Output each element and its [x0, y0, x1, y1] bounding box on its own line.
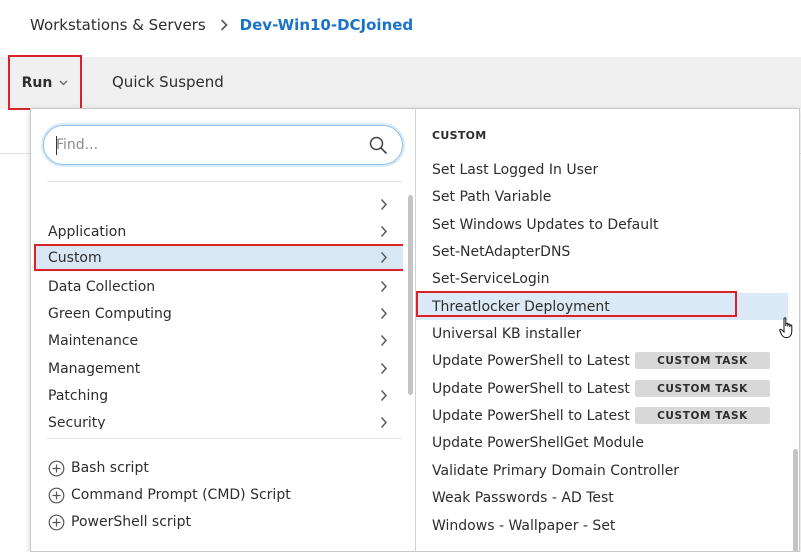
search-field[interactable]	[43, 125, 403, 165]
chevron-right-icon	[380, 389, 388, 406]
divider	[47, 181, 402, 182]
category-item-custom[interactable]: Custom	[34, 244, 403, 271]
category-item-maintenance[interactable]: Maintenance	[34, 327, 403, 354]
task-item[interactable]: Set-ServiceLogin	[416, 265, 788, 292]
category-item-security[interactable]: Security	[34, 409, 403, 429]
category-list: Application Custom Data Collection Green…	[31, 191, 403, 429]
breadcrumb: Workstations & Servers Dev-Win10-DCJoine…	[30, 14, 413, 36]
task-item[interactable]: Set Last Logged In User	[416, 156, 788, 183]
custom-task-badge: CUSTOM TASK	[635, 380, 770, 397]
task-label: Update PowerShellGet Module	[432, 434, 644, 451]
category-label: Security	[48, 414, 106, 430]
task-label: Update PowerShell to Latest ...	[432, 380, 636, 397]
hand-pointer-icon	[779, 317, 795, 343]
category-label: Maintenance	[48, 332, 139, 349]
script-label: PowerShell script	[71, 514, 191, 530]
section-title: CUSTOM	[432, 129, 487, 142]
task-label: Set Last Logged In User	[432, 161, 599, 178]
plus-circle-icon	[48, 487, 65, 504]
breadcrumb-root-link[interactable]: Workstations & Servers	[30, 16, 206, 34]
chevron-right-icon	[380, 251, 388, 268]
category-item-management[interactable]: Management	[34, 355, 403, 382]
add-powershell-script-button[interactable]: PowerShell script	[48, 511, 191, 533]
chevron-right-icon	[380, 416, 388, 429]
search-input[interactable]	[56, 137, 356, 153]
task-item[interactable]: Update PowerShell to Latest ... CUSTOM T…	[416, 402, 788, 429]
chevron-right-icon	[380, 307, 388, 324]
custom-task-badge: CUSTOM TASK	[635, 352, 770, 369]
task-item[interactable]: Set Windows Updates to Default	[416, 211, 788, 238]
category-item[interactable]	[34, 191, 403, 218]
category-item-application[interactable]: Application	[34, 218, 403, 245]
custom-task-badge: CUSTOM TASK	[635, 407, 770, 424]
category-label: Management	[48, 360, 141, 377]
chevron-right-icon	[380, 362, 388, 379]
task-label: Update PowerShell to Latest ...	[432, 352, 636, 369]
script-label: Command Prompt (CMD) Script	[71, 487, 291, 503]
category-item-patching[interactable]: Patching	[34, 382, 403, 409]
search-icon[interactable]	[369, 136, 388, 159]
run-dropdown-menu: Application Custom Data Collection Green…	[30, 108, 800, 552]
task-label: Update PowerShell to Latest ...	[432, 407, 636, 424]
category-panel: Application Custom Data Collection Green…	[31, 109, 416, 551]
task-item[interactable]: Universal KB installer	[416, 320, 788, 347]
task-label: Weak Passwords - AD Test	[432, 489, 614, 506]
task-item[interactable]: Update PowerShell to Latest ... CUSTOM T…	[416, 375, 788, 402]
quick-suspend-button[interactable]: Quick Suspend	[112, 73, 224, 91]
category-label: Custom	[48, 249, 102, 266]
category-item-data-collection[interactable]: Data Collection	[34, 273, 403, 300]
add-cmd-script-button[interactable]: Command Prompt (CMD) Script	[48, 484, 291, 506]
task-label: Windows - Wallpaper - Set	[432, 517, 616, 534]
divider	[47, 438, 402, 439]
chevron-right-icon	[380, 198, 388, 215]
category-label: Green Computing	[48, 305, 172, 322]
task-label: Set Path Variable	[432, 188, 552, 205]
task-label: Universal KB installer	[432, 325, 582, 342]
task-label: Set Windows Updates to Default	[432, 216, 659, 233]
chevron-right-icon	[380, 225, 388, 242]
text-cursor	[56, 136, 57, 155]
task-item[interactable]: Update PowerShell to Latest ... CUSTOM T…	[416, 347, 788, 374]
task-item[interactable]: Set-NetAdapterDNS	[416, 238, 788, 265]
plus-circle-icon	[48, 514, 65, 531]
chevron-right-icon	[380, 280, 388, 297]
chevron-right-icon	[380, 334, 388, 351]
task-scrollbar[interactable]	[793, 449, 798, 551]
script-label: Bash script	[71, 460, 149, 476]
category-scrollbar[interactable]	[408, 195, 413, 395]
chevron-down-icon	[59, 80, 68, 86]
chevron-right-icon	[220, 19, 228, 31]
task-label: Set-ServiceLogin	[432, 270, 550, 287]
task-item[interactable]: Weak Passwords - AD Test	[416, 484, 788, 511]
task-item[interactable]: Set Path Variable	[416, 183, 788, 210]
category-label: Patching	[48, 387, 109, 404]
task-item[interactable]: Validate Primary Domain Controller	[416, 457, 788, 484]
highlight-frame	[416, 291, 737, 317]
task-label: Validate Primary Domain Controller	[432, 462, 680, 479]
task-item[interactable]: Update PowerShellGet Module	[416, 429, 788, 456]
run-button-label: Run	[21, 74, 53, 91]
category-label: Data Collection	[48, 278, 156, 295]
plus-circle-icon	[48, 460, 65, 477]
task-label: Set-NetAdapterDNS	[432, 243, 571, 260]
add-bash-script-button[interactable]: Bash script	[48, 457, 149, 479]
task-item[interactable]: Windows - Wallpaper - Set	[416, 512, 788, 539]
category-label: Application	[48, 223, 127, 240]
breadcrumb-current[interactable]: Dev-Win10-DCJoined	[240, 16, 414, 34]
task-panel: CUSTOM Set Last Logged In User Set Path …	[416, 109, 801, 551]
category-item-green-computing[interactable]: Green Computing	[34, 300, 403, 327]
run-button[interactable]: Run	[8, 55, 82, 110]
